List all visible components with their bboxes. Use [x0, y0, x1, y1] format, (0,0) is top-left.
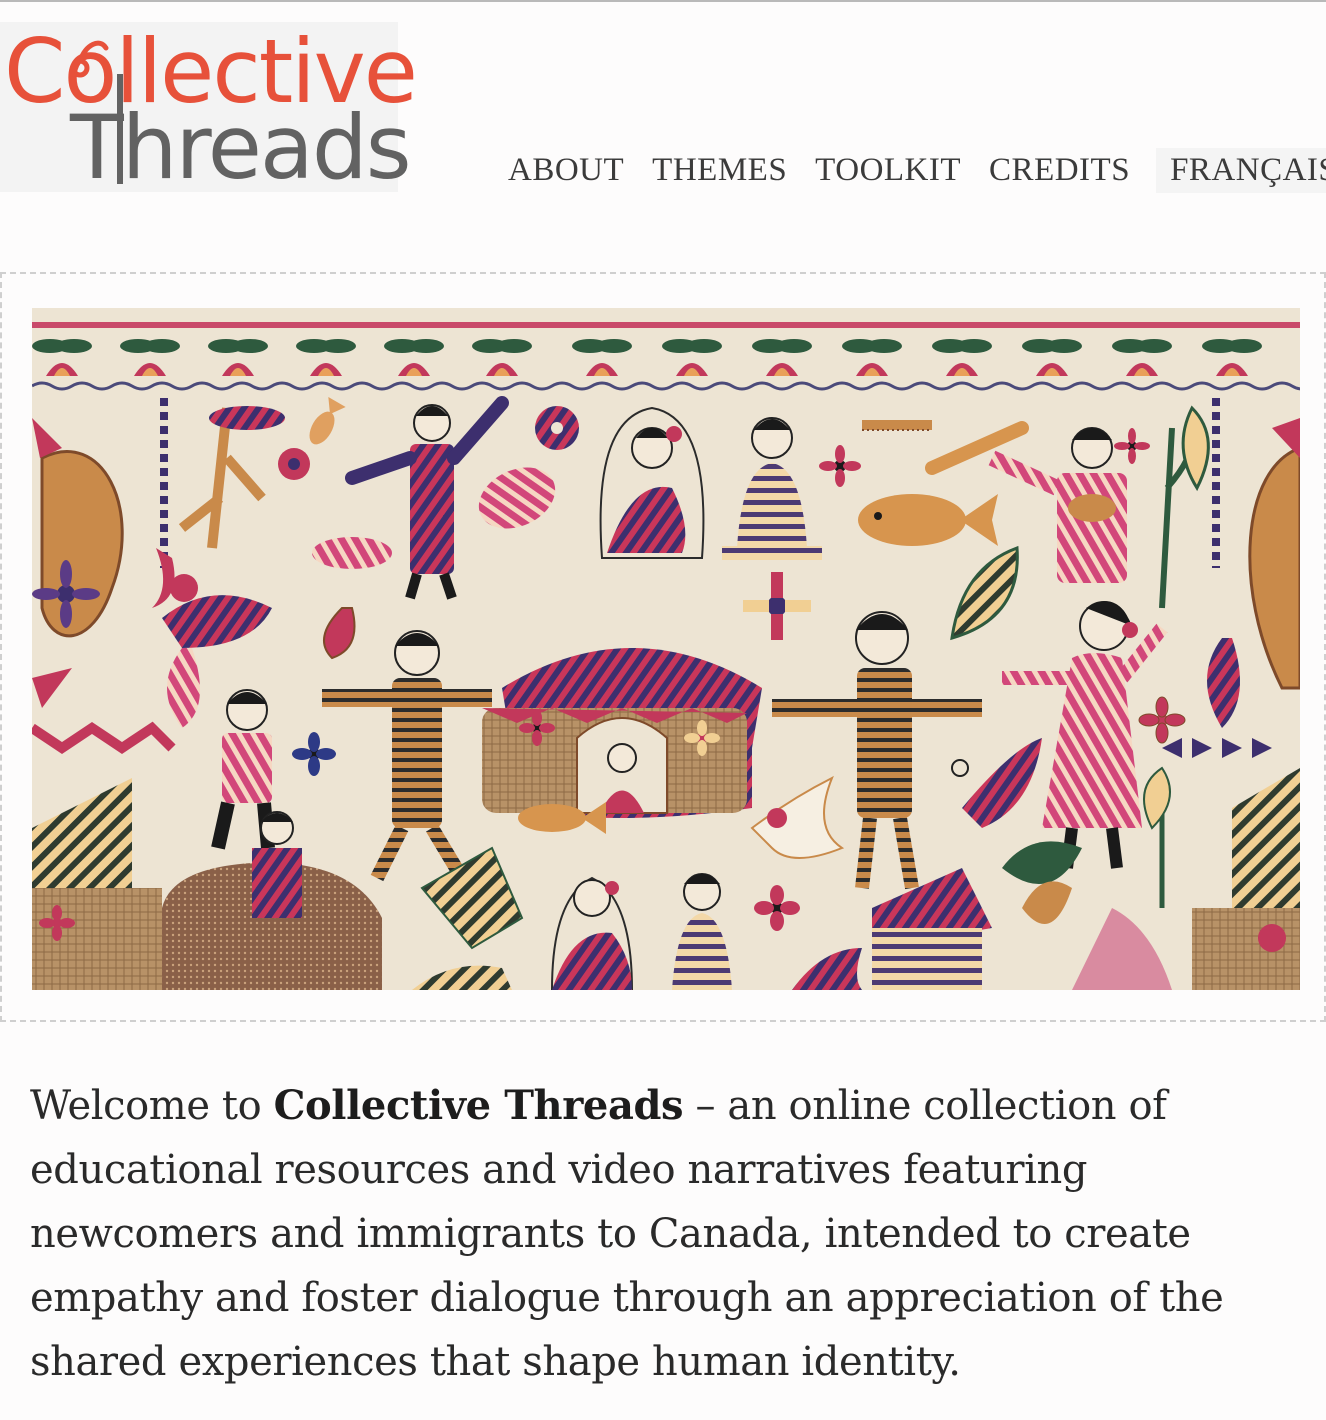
intro-brand-name: Collective Threads: [273, 1082, 684, 1129]
main-nav: ABOUT THEMES TOOLKIT CREDITS FRANÇAIS: [494, 142, 1326, 198]
nav-credits[interactable]: CREDITS: [975, 152, 1144, 189]
nav-language-francais[interactable]: FRANÇAIS: [1156, 147, 1326, 193]
nav-toolkit[interactable]: TOOLKIT: [801, 152, 975, 189]
kantha-textile-illustration: [32, 308, 1300, 990]
top-rule: [0, 0, 1326, 2]
site-logo[interactable]: Collective Threads: [0, 22, 418, 192]
nav-about[interactable]: ABOUT: [494, 152, 638, 189]
intro-paragraph: Welcome to Collective Threads – an onlin…: [30, 1074, 1280, 1394]
thread-needle-icon: [70, 40, 123, 184]
intro-lead: Welcome to: [30, 1083, 274, 1129]
nav-themes[interactable]: THEMES: [638, 152, 801, 189]
hero-image: [32, 308, 1300, 990]
hero-frame: [0, 272, 1326, 1022]
